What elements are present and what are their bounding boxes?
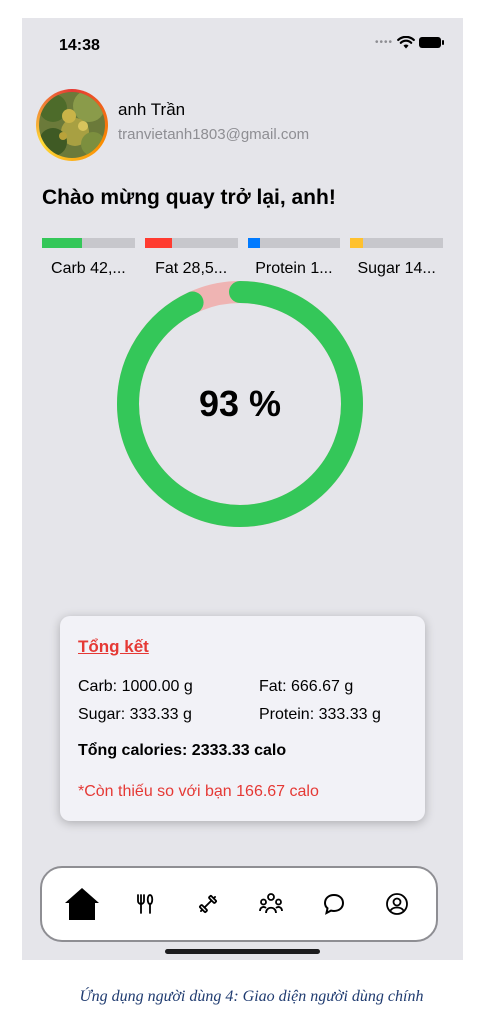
user-circle-icon (385, 893, 408, 915)
dumbbell-icon (198, 895, 217, 913)
summary-title[interactable]: Tổng kết (78, 637, 149, 657)
carb-progress-fill (42, 238, 82, 248)
home-icon (64, 888, 99, 920)
carb-progress-bar (42, 238, 135, 248)
calorie-progress-ring: 93 % (115, 279, 365, 529)
macro-carb: Carb 42,... (42, 238, 135, 278)
tab-bar (40, 866, 438, 942)
greeting-title: Chào mừng quay trở lại, anh! (42, 186, 336, 209)
people-icon (258, 893, 283, 914)
fork-knife-icon (136, 894, 153, 914)
summary-fat: Fat: 666.67 g (259, 678, 354, 695)
phone-screen: 14:38 •••• anh Trần tranvietanh1803@gmai… (22, 18, 463, 960)
home-indicator[interactable] (165, 949, 320, 954)
status-icons: •••• (374, 36, 444, 49)
sugar-progress-bar (350, 238, 443, 248)
protein-progress-fill (247, 238, 261, 248)
macro-protein: Protein 1... (247, 238, 341, 278)
summary-sugar: Sugar: 333.33 g (78, 706, 192, 723)
tab-profile[interactable] (377, 884, 417, 924)
summary-carb: Carb: 1000.00 g (78, 678, 193, 695)
avatar-photo (39, 92, 105, 158)
macro-progress-list: Carb 42,... Fat 28,5... Protein 1... Sug… (42, 238, 443, 278)
sugar-label: Sugar 14... (357, 260, 436, 277)
ring-percentage: 93 % (198, 383, 282, 424)
tab-meals[interactable] (125, 884, 165, 924)
figure-caption: Ứng dụng người dùng 4: Giao diện người d… (79, 988, 424, 1005)
battery-icon (419, 37, 444, 48)
fat-progress-bar (144, 238, 238, 248)
tab-home[interactable] (62, 884, 102, 924)
protein-label: Protein 1... (255, 260, 333, 277)
fat-label: Fat 28,5... (155, 260, 228, 277)
sugar-progress-fill (350, 238, 364, 248)
status-time: 14:38 (59, 37, 100, 54)
protein-progress-bar (247, 238, 341, 248)
wifi-icon (397, 36, 415, 49)
summary-card: Tổng kết Carb: 1000.00 g Fat: 666.67 g S… (60, 616, 425, 821)
tab-chat[interactable] (314, 884, 354, 924)
summary-total-calories: Tổng calories: 2333.33 calo (78, 742, 287, 759)
macro-sugar: Sugar 14... (350, 238, 443, 278)
user-name: anh Trần (118, 100, 186, 119)
tab-workout[interactable] (188, 884, 228, 924)
signal-icon: •••• (374, 37, 393, 48)
user-email: tranvietanh1803@gmail.com (118, 126, 310, 143)
carb-label: Carb 42,... (51, 260, 126, 277)
macro-fat: Fat 28,5... (144, 238, 238, 278)
summary-deficit-note: *Còn thiếu so với bạn 166.67 calo (78, 783, 319, 800)
fat-progress-fill (144, 238, 172, 248)
chat-bubble-icon (323, 893, 344, 915)
summary-protein: Protein: 333.33 g (259, 706, 381, 723)
tab-community[interactable] (251, 884, 291, 924)
avatar[interactable] (36, 89, 108, 161)
